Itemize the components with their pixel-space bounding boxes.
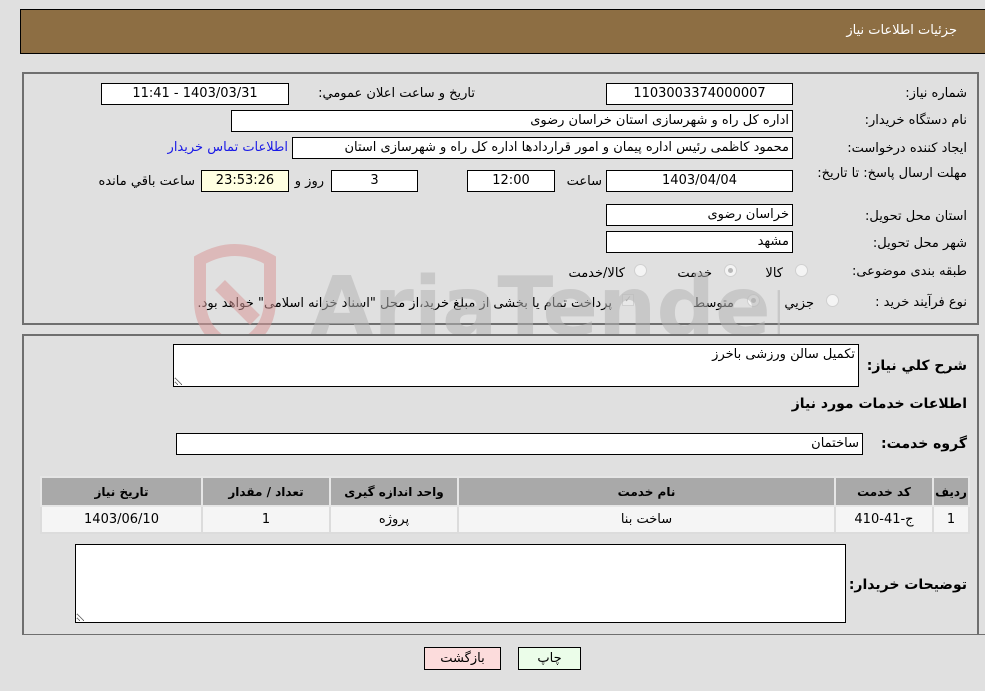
page-header: جزئیات اطلاعات نیاز bbox=[20, 9, 985, 54]
remaining-time-label: ساعت باقي مانده bbox=[98, 174, 195, 189]
requester-label: ایجاد کننده درخواست: bbox=[847, 141, 967, 156]
deadline-time-field[interactable]: 12:00 bbox=[467, 170, 555, 192]
purchase-radio-minor[interactable] bbox=[826, 294, 839, 307]
announce-datetime-field[interactable]: 1403/03/31 - 11:41 bbox=[101, 83, 289, 105]
service-group-label: گروه خدمت: bbox=[881, 436, 967, 452]
col-service-code: کد خدمت bbox=[834, 476, 934, 507]
delivery-province-field[interactable]: خراسان رضوی bbox=[606, 204, 793, 226]
deadline-label: مهلت ارسال پاسخ: تا تاریخ: bbox=[817, 166, 967, 181]
purchase-radio-medium[interactable] bbox=[747, 294, 760, 307]
description-label: شرح کلي نیاز: bbox=[866, 358, 967, 374]
deadline-time-label: ساعت bbox=[566, 174, 602, 189]
category-label: طبقه بندی موضوعی: bbox=[851, 264, 967, 279]
col-need-date: تاریخ نیاز bbox=[40, 476, 203, 507]
col-quantity: تعداد / مقدار bbox=[201, 476, 331, 507]
footer-divider bbox=[22, 634, 985, 635]
col-unit: واحد اندازه گیری bbox=[329, 476, 459, 507]
category-option-goods-service: کالا/خدمت bbox=[568, 266, 625, 281]
purchase-option-minor: جزيي bbox=[784, 296, 814, 311]
announce-datetime-label: تاریخ و ساعت اعلان عمومي: bbox=[318, 86, 475, 101]
cell-unit: پروژه bbox=[329, 505, 459, 534]
delivery-city-field[interactable]: مشهد bbox=[606, 231, 793, 253]
services-table: ردیف کد خدمت نام خدمت واحد اندازه گیری ت… bbox=[40, 476, 970, 534]
category-radio-goods-service[interactable] bbox=[634, 264, 647, 277]
cell-service-code: ج-41-410 bbox=[834, 505, 934, 534]
treasury-checkbox[interactable]: ✓ bbox=[622, 294, 634, 306]
page-title: جزئیات اطلاعات نیاز bbox=[846, 23, 957, 38]
cell-row-number: 1 bbox=[932, 505, 970, 534]
buyer-contact-link[interactable]: اطلاعات تماس خریدار bbox=[168, 140, 288, 155]
service-group-field[interactable]: ساختمان bbox=[176, 433, 863, 455]
treasury-note: پرداخت تمام یا بخشی از مبلغ خرید،از محل … bbox=[197, 296, 612, 311]
days-label: روز و bbox=[294, 174, 324, 189]
delivery-city-label: شهر محل تحویل: bbox=[872, 236, 967, 251]
category-radio-goods[interactable] bbox=[795, 264, 808, 277]
purchase-type-label: نوع فرآیند خرید : bbox=[875, 295, 967, 310]
category-radio-service[interactable] bbox=[724, 264, 737, 277]
buyer-org-label: نام دستگاه خریدار: bbox=[864, 113, 967, 128]
category-option-service: خدمت bbox=[677, 266, 712, 281]
category-option-goods: کالا bbox=[765, 266, 783, 281]
deadline-date-field[interactable]: 1403/04/04 bbox=[606, 170, 793, 192]
buyer-notes-textarea[interactable] bbox=[75, 544, 846, 623]
back-button[interactable]: بازگشت bbox=[424, 647, 501, 670]
buyer-org-field[interactable]: اداره کل راه و شهرسازی استان خراسان رضوی bbox=[231, 110, 793, 132]
col-row-number: ردیف bbox=[932, 476, 970, 507]
table-header-row: ردیف کد خدمت نام خدمت واحد اندازه گیری ت… bbox=[40, 476, 970, 507]
table-row: 1 ج-41-410 ساخت بنا پروژه 1 1403/06/10 bbox=[40, 505, 970, 534]
need-number-field[interactable]: 1103003374000007 bbox=[606, 83, 793, 105]
remaining-time-field: 23:53:26 bbox=[201, 170, 289, 192]
requester-field[interactable]: محمود کاظمی رئیس اداره پیمان و امور قرار… bbox=[292, 137, 793, 159]
print-button[interactable]: چاپ bbox=[518, 647, 581, 670]
cell-service-name: ساخت بنا bbox=[457, 505, 836, 534]
purchase-option-medium: متوسط bbox=[693, 296, 734, 311]
buyer-notes-label: توضیحات خریدار: bbox=[848, 577, 967, 593]
delivery-province-label: استان محل تحویل: bbox=[865, 209, 967, 224]
cell-quantity: 1 bbox=[201, 505, 331, 534]
col-service-name: نام خدمت bbox=[457, 476, 836, 507]
need-number-label: شماره نیاز: bbox=[905, 86, 967, 101]
cell-need-date: 1403/06/10 bbox=[40, 505, 203, 534]
description-textarea[interactable]: تکمیل سالن ورزشی باخرز bbox=[173, 344, 859, 387]
services-section-title: اطلاعات خدمات مورد نیاز bbox=[791, 396, 967, 412]
remaining-days-field[interactable]: 3 bbox=[331, 170, 418, 192]
